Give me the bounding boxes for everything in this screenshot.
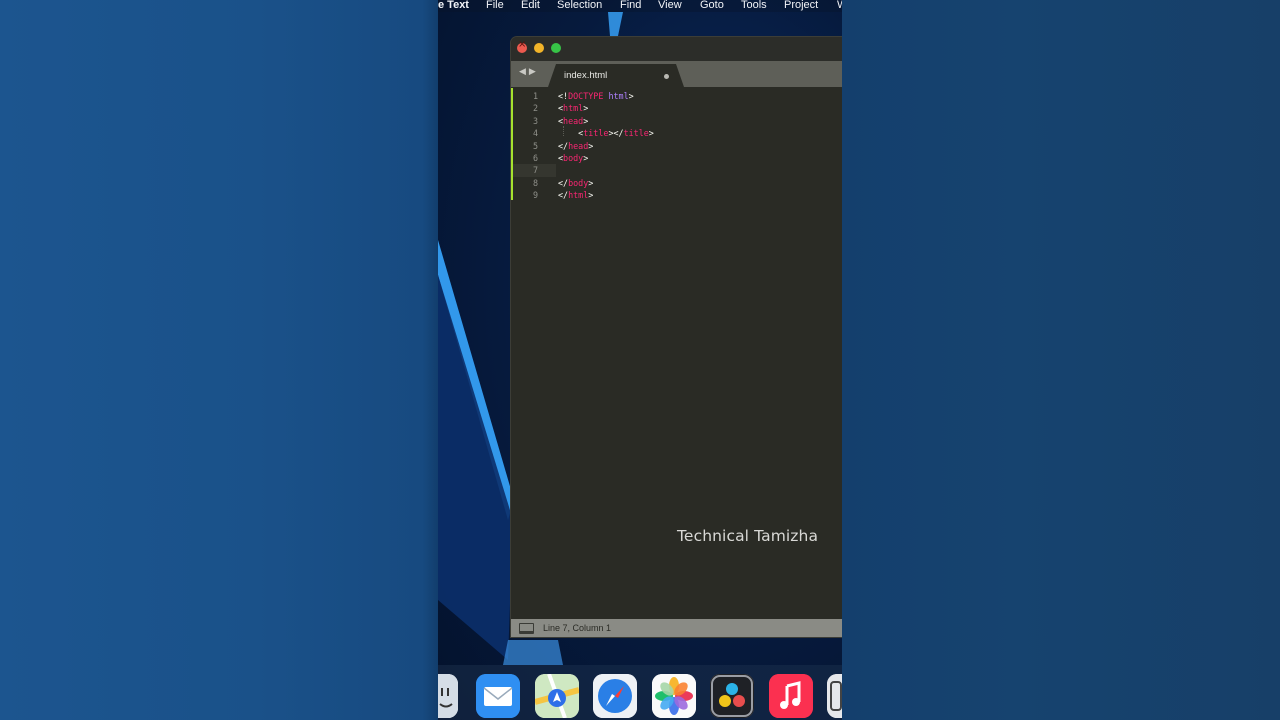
code-text: <!DOCTYPE html> — [558, 90, 634, 102]
code-token: head — [563, 115, 584, 126]
code-text: </html> — [558, 189, 593, 201]
safari-icon[interactable] — [593, 674, 637, 718]
editor-window: ◀▶ index.html 1<!DOCTYPE html>2<html>3<h… — [511, 37, 842, 637]
menu-tools[interactable]: Tools — [741, 0, 767, 11]
background-right — [842, 0, 1280, 720]
tab-strip: ◀▶ index.html — [511, 61, 842, 87]
code-token: head — [568, 140, 589, 151]
code-punctuation: > — [583, 153, 589, 163]
code-line[interactable]: 4 <title></title> — [511, 127, 842, 139]
code-punctuation: > — [648, 128, 654, 139]
line-number: 2 — [532, 103, 538, 114]
code-punctuation: </ — [558, 177, 569, 188]
status-bar: Line 7, Column 1 — [511, 619, 842, 637]
photos-icon[interactable] — [652, 674, 696, 718]
code-line[interactable]: 3 <head> — [511, 115, 842, 127]
mail-icon[interactable] — [476, 674, 520, 718]
code-token: html — [608, 91, 629, 101]
menu-view[interactable]: View — [658, 0, 682, 11]
code-punctuation: > — [583, 115, 589, 126]
line-number: 8 — [532, 177, 538, 188]
line-number: 7 — [532, 165, 538, 176]
video-frame: e Text File Edit Selection Find View Got… — [438, 0, 842, 720]
music-icon[interactable] — [769, 674, 813, 718]
menu-find[interactable]: Find — [620, 0, 641, 11]
code-punctuation: </ — [558, 190, 569, 201]
dock — [438, 665, 842, 720]
code-line[interactable]: 2 <html> — [511, 102, 842, 114]
code-line[interactable]: 6 <body> — [511, 152, 842, 164]
finder-icon[interactable] — [438, 674, 458, 718]
code-token: html — [568, 190, 589, 201]
code-token: html — [563, 103, 584, 114]
menu-bar: e Text File Edit Selection Find View Got… — [438, 0, 842, 12]
minimize-icon[interactable] — [534, 43, 544, 53]
chevron-left-icon[interactable]: ◀ — [519, 67, 529, 77]
menu-goto[interactable]: Goto — [700, 0, 724, 11]
code-token: title — [583, 128, 609, 139]
panel-toggle-icon[interactable] — [519, 623, 534, 634]
menu-edit[interactable]: Edit — [521, 0, 540, 11]
code-punctuation: > — [588, 190, 594, 201]
code-token: body — [563, 153, 584, 163]
line-number: 6 — [532, 153, 538, 163]
chevron-right-icon[interactable]: ▶ — [529, 67, 539, 77]
code-line[interactable]: 7 — [511, 164, 842, 176]
title-bar[interactable] — [511, 37, 842, 61]
code-text: <head> — [558, 115, 588, 127]
code-token: title — [623, 128, 649, 139]
line-number: 4 — [532, 128, 538, 139]
cursor-position: Line 7, Column 1 — [543, 623, 612, 633]
unsaved-dot-icon[interactable] — [664, 74, 669, 79]
code-token: body — [568, 177, 589, 188]
code-text: <html> — [558, 102, 588, 114]
code-punctuation: > — [588, 140, 594, 151]
code-text: <title></title> — [558, 127, 654, 139]
watermark-text: Technical Tamizha — [677, 527, 819, 545]
code-punctuation: > — [583, 103, 589, 114]
code-punctuation: </ — [558, 140, 569, 151]
code-text: <body> — [558, 152, 588, 164]
close-icon[interactable] — [517, 39, 527, 53]
menu-file[interactable]: File — [486, 0, 504, 11]
code-line[interactable]: 1 <!DOCTYPE html> — [511, 90, 842, 102]
maps-icon[interactable] — [535, 674, 579, 718]
code-line[interactable]: 9 </html> — [511, 189, 842, 201]
code-punctuation: > — [588, 177, 594, 188]
code-punctuation: <! — [558, 91, 569, 101]
line-number: 9 — [532, 190, 538, 201]
davinci-resolve-icon[interactable] — [710, 674, 754, 718]
zoom-icon[interactable] — [551, 43, 561, 53]
code-text: </head> — [558, 140, 593, 152]
line-number: 1 — [532, 91, 538, 101]
line-number: 3 — [532, 115, 538, 126]
code-line[interactable]: 5 </head> — [511, 140, 842, 152]
code-punctuation: ></ — [608, 128, 624, 139]
code-punctuation: > — [628, 91, 634, 101]
tab-index-html[interactable]: index.html — [548, 64, 684, 87]
code-text: </body> — [558, 177, 593, 189]
tab-label: index.html — [564, 70, 608, 81]
line-number: 5 — [532, 140, 538, 151]
menu-selection[interactable]: Selection — [557, 0, 602, 11]
code-punctuation: < — [558, 128, 584, 139]
menu-project[interactable]: Project — [784, 0, 818, 11]
code-line[interactable]: 8 </body> — [511, 177, 842, 189]
tab-navigation-arrows[interactable]: ◀▶ — [519, 67, 539, 77]
menu-app-name[interactable]: e Text — [438, 0, 469, 11]
partial-app-icon[interactable] — [827, 674, 842, 718]
code-token: DOCTYPE — [568, 91, 604, 101]
menu-window[interactable]: W — [837, 0, 842, 11]
